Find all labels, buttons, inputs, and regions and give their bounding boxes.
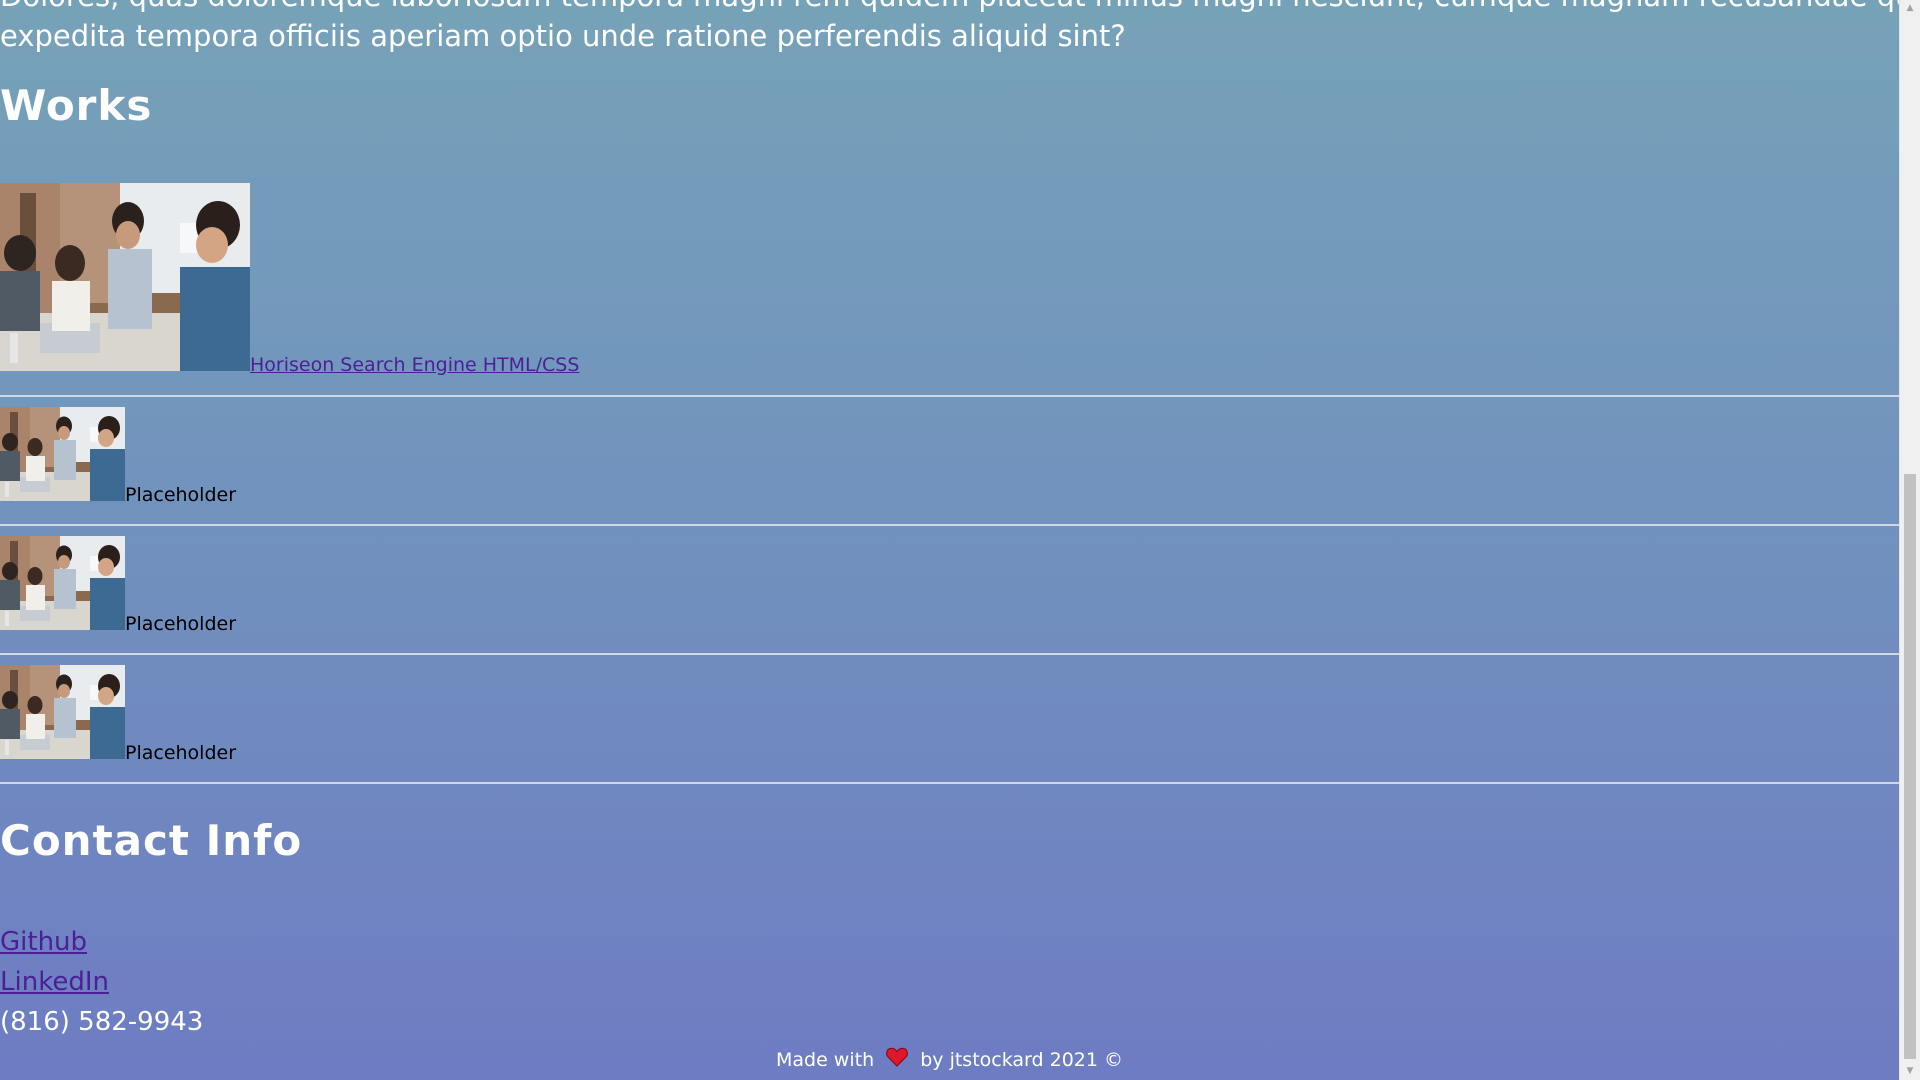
phone-number: (816) 582-9943 (0, 1007, 204, 1037)
work-thumbnail-image (0, 536, 125, 630)
scrollbar-thumb[interactable] (1904, 474, 1916, 1059)
intro-paragraph: Dolores, quas doloremque laboriosam temp… (0, 0, 1899, 56)
work-thumbnail-image (0, 665, 125, 759)
page-content: Dolores, quas doloremque laboriosam temp… (0, 0, 1899, 1080)
contact-item-phone: (816) 582-9943 (0, 1002, 203, 1042)
works-list: Horiseon Search Engine HTML/CSS Placehol… (0, 183, 1899, 784)
contact-item-linkedin: LinkedIn (0, 962, 203, 1002)
work-thumbnail-image[interactable] (0, 183, 250, 371)
work-item-placeholder-3: Placeholder (0, 655, 1899, 784)
page-footer: Made with by jtstockard 2021 © (0, 1046, 1899, 1075)
contact-heading: Contact Info (0, 816, 303, 865)
vertical-scrollbar[interactable]: ▲ ▼ (1899, 0, 1920, 1080)
intro-line-cut: Dolores, quas doloremque laboriosam temp… (0, 0, 1899, 16)
footer-prefix: Made with (775, 1049, 875, 1071)
work-item-placeholder-1: Placeholder (0, 397, 1899, 526)
works-heading: Works (0, 81, 153, 130)
work-thumbnail-image (0, 407, 125, 501)
contact-item-github: Github (0, 922, 203, 962)
work-label: Placeholder (125, 742, 237, 764)
work-label-link[interactable]: Horiseon Search Engine HTML/CSS (250, 354, 579, 376)
github-link[interactable]: Github (0, 927, 87, 957)
scroll-up-arrow-icon[interactable]: ▲ (1900, 0, 1920, 17)
work-item-placeholder-2: Placeholder (0, 526, 1899, 655)
work-label: Placeholder (125, 484, 237, 506)
contact-list: Github LinkedIn (816) 582-9943 (0, 922, 203, 1042)
work-label: Placeholder (125, 613, 237, 635)
heart-icon (886, 1047, 909, 1075)
work-item-horiseon: Horiseon Search Engine HTML/CSS (0, 183, 1899, 397)
footer-suffix: by jtstockard 2021 © (920, 1049, 1123, 1071)
scroll-down-arrow-icon[interactable]: ▼ (1900, 1063, 1920, 1080)
linkedin-link[interactable]: LinkedIn (0, 967, 109, 997)
intro-line-last: expedita tempora officiis aperiam optio … (0, 19, 1126, 53)
